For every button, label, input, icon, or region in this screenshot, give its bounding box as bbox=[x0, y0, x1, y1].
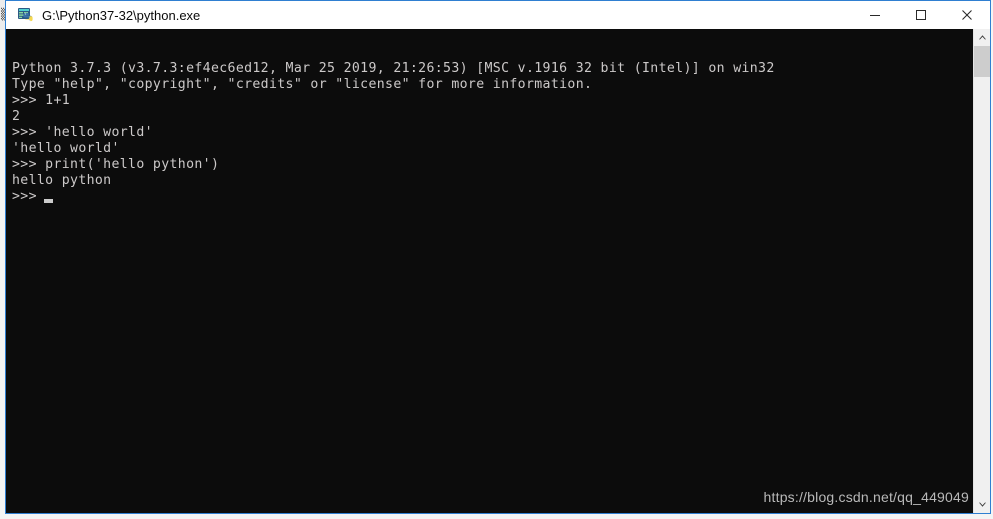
maximize-button[interactable] bbox=[898, 1, 944, 29]
watermark-text: https://blog.csdn.net/qq_449049 bbox=[763, 489, 969, 505]
chevron-down-icon bbox=[978, 502, 986, 507]
window-controls bbox=[852, 1, 990, 29]
vertical-scrollbar[interactable] bbox=[973, 29, 990, 513]
title-bar[interactable]: G:\Python37-32\python.exe bbox=[6, 0, 990, 29]
client-area: Python 3.7.3 (v3.7.3:ef4ec6ed12, Mar 25 … bbox=[6, 29, 990, 513]
close-button[interactable] bbox=[944, 1, 990, 29]
python-console-icon bbox=[18, 7, 34, 23]
window-title: G:\Python37-32\python.exe bbox=[42, 7, 201, 23]
console-window: G:\Python37-32\python.exe Python 3.7.3 (… bbox=[5, 0, 991, 514]
desktop-background: ▒ G:\Python37-32\python.exe bbox=[0, 0, 993, 519]
text-cursor bbox=[44, 199, 53, 203]
scrollbar-thumb[interactable] bbox=[974, 46, 990, 77]
scrollbar-up-button[interactable] bbox=[974, 29, 990, 46]
minimize-icon bbox=[870, 15, 880, 16]
minimize-button[interactable] bbox=[852, 1, 898, 29]
maximize-icon bbox=[916, 10, 926, 20]
close-icon bbox=[962, 10, 972, 20]
scrollbar-down-button[interactable] bbox=[974, 496, 990, 513]
console-output-text: Python 3.7.3 (v3.7.3:ef4ec6ed12, Mar 25 … bbox=[12, 61, 775, 204]
chevron-up-icon bbox=[978, 35, 986, 40]
scrollbar-track[interactable] bbox=[974, 46, 990, 496]
console-output-surface[interactable]: Python 3.7.3 (v3.7.3:ef4ec6ed12, Mar 25 … bbox=[6, 29, 973, 513]
